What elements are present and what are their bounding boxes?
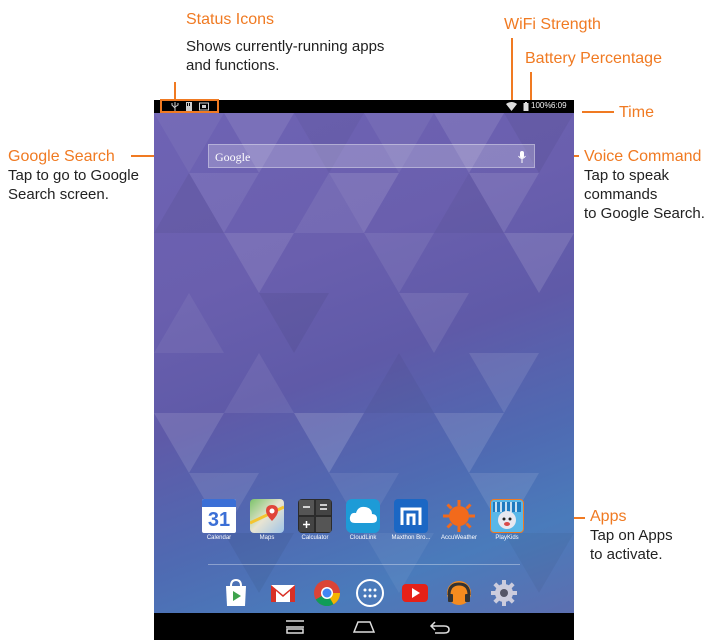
usb-icon [171, 102, 179, 111]
maxthon-icon [394, 499, 428, 533]
chrome-icon[interactable] [312, 578, 342, 608]
app-label: Calendar [206, 535, 232, 541]
app-maps[interactable]: Maps [244, 499, 290, 543]
google-search-bar[interactable]: Google [208, 144, 535, 168]
status-icons-leader-v [174, 82, 176, 100]
home-wallpaper: Google 31 Calendar Maps Calculator Cloud… [154, 113, 574, 613]
tablet-screen: 100% 6:09 Google 31 Calendar Maps Calcul… [154, 99, 574, 640]
app-maxthon[interactable]: Maxthon Bro... [388, 499, 434, 543]
app-calculator[interactable]: Calculator [292, 499, 338, 543]
wifi-icon [506, 102, 517, 111]
battery-leader [530, 72, 532, 100]
wifi-leader [511, 38, 513, 100]
accuweather-icon [442, 499, 476, 533]
voice-command-desc-line2: commands [584, 186, 658, 203]
google-search-title: Google Search [8, 148, 115, 165]
status-icons-title: Status Icons [186, 11, 275, 28]
battery-icon [523, 102, 529, 111]
screenshot-icon [199, 102, 209, 111]
search-placeholder: Google [215, 150, 251, 164]
voice-command-title: Voice Command [584, 148, 702, 165]
app-accuweather[interactable]: AccuWeather [436, 499, 482, 543]
voice-command-desc-line1: Tap to speak [584, 167, 670, 184]
status-bar: 100% 6:09 [154, 99, 574, 113]
app-cloudlink[interactable]: CloudLink [340, 499, 386, 543]
time-title: Time [619, 104, 654, 121]
maps-icon [250, 499, 284, 533]
wifi-strength-title: WiFi Strength [504, 16, 601, 33]
sd-card-icon [186, 102, 192, 111]
home-icon[interactable] [353, 620, 375, 634]
google-search-desc-line2: Search screen. [8, 186, 109, 203]
play-music-icon[interactable] [444, 578, 474, 608]
apps-desc-line2: to activate. [590, 546, 663, 563]
time-leader [582, 111, 614, 113]
navigation-bar [154, 613, 574, 640]
calendar-icon: 31 [202, 499, 236, 533]
calendar-day: 31 [207, 509, 231, 531]
battery-percentage: 100% [531, 101, 552, 110]
app-label: Calculator [301, 535, 329, 541]
app-label: AccuWeather [441, 535, 477, 541]
youtube-icon[interactable] [400, 578, 430, 608]
app-label: CloudLink [349, 535, 377, 541]
settings-icon[interactable] [489, 578, 519, 608]
gmail-icon[interactable] [268, 578, 298, 608]
app-label: Maps [259, 535, 275, 541]
recents-icon[interactable] [285, 620, 305, 634]
back-icon[interactable] [429, 620, 451, 634]
app-label: Maxthon Bro... [391, 535, 431, 541]
cloudlink-icon [346, 499, 380, 533]
play-store-icon[interactable] [221, 578, 251, 608]
app-drawer-icon[interactable] [355, 578, 385, 608]
app-label: PlayKids [495, 535, 519, 541]
status-icons-desc-line1: Shows currently-running apps [186, 38, 385, 55]
app-calendar[interactable]: 31 Calendar [196, 499, 242, 543]
playkids-icon [490, 499, 524, 533]
clock: 6:09 [551, 101, 567, 110]
calculator-icon [298, 499, 332, 533]
voice-command-desc-line3: to Google Search. [584, 205, 705, 222]
apps-desc-line1: Tap on Apps [590, 527, 673, 544]
dock-divider [208, 564, 520, 565]
google-search-desc-line1: Tap to go to Google [8, 167, 139, 184]
apps-title: Apps [590, 508, 627, 525]
microphone-icon[interactable] [518, 151, 526, 163]
status-icons-desc-line2: and functions. [186, 57, 280, 74]
app-playkids[interactable]: PlayKids [484, 499, 530, 543]
battery-percentage-title: Battery Percentage [525, 50, 662, 67]
